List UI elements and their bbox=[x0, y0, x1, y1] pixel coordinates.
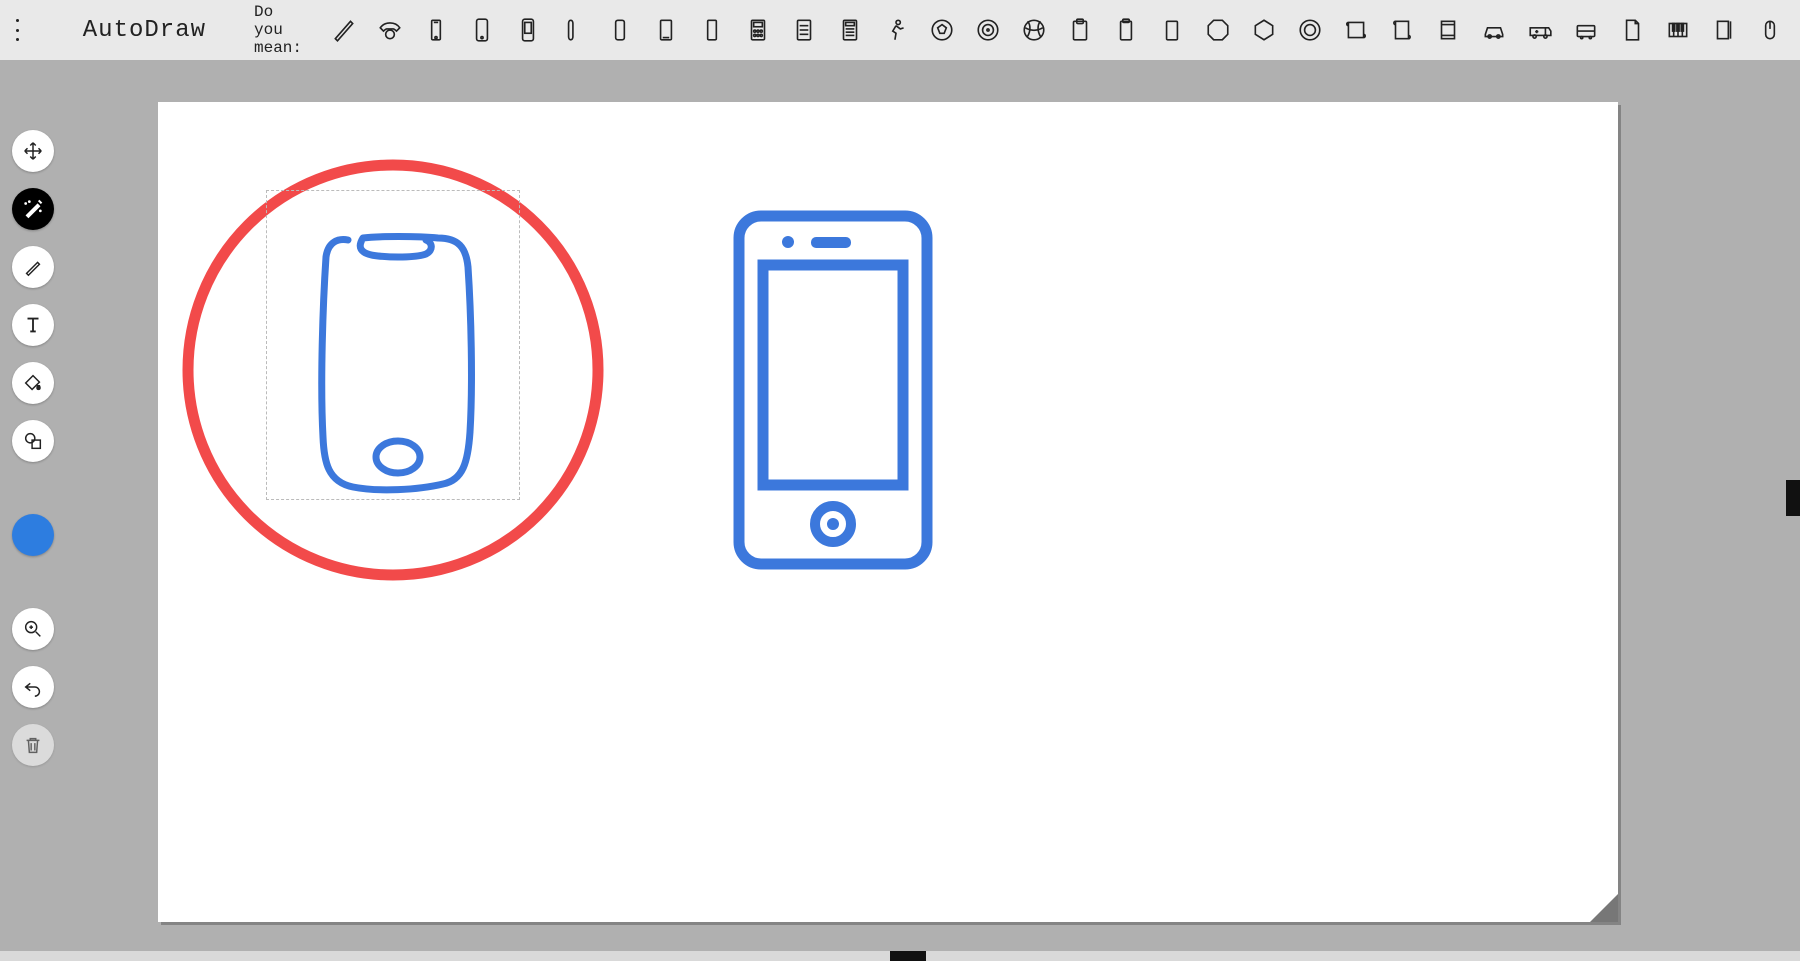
suggestion-runner-icon[interactable] bbox=[882, 16, 910, 44]
suggestion-scroll-icon[interactable] bbox=[1342, 16, 1370, 44]
suggestion-scroll3-icon[interactable] bbox=[1434, 16, 1462, 44]
autodraw-smartphone-icon[interactable] bbox=[733, 210, 933, 570]
suggestion-smartphone2-icon[interactable] bbox=[514, 16, 542, 44]
suggestion-document-icon[interactable] bbox=[1618, 16, 1646, 44]
left-toolbar bbox=[12, 130, 54, 766]
suggestion-mobile-outline-icon[interactable] bbox=[422, 16, 450, 44]
right-scroll-handle[interactable] bbox=[1786, 480, 1800, 516]
suggestion-strip bbox=[330, 16, 1784, 44]
suggestion-clipboard2-icon[interactable] bbox=[1112, 16, 1140, 44]
suggestion-phone-handset-icon[interactable] bbox=[560, 16, 588, 44]
suggestion-scroll2-icon[interactable] bbox=[1388, 16, 1416, 44]
suggestion-calculator3-icon[interactable] bbox=[836, 16, 864, 44]
fill-tool[interactable] bbox=[12, 362, 54, 404]
suggestion-soccer-ball-icon[interactable] bbox=[928, 16, 956, 44]
suggestion-phone-rect-icon[interactable] bbox=[652, 16, 680, 44]
suggestion-phone-thin-icon[interactable] bbox=[606, 16, 634, 44]
suggestion-target-icon[interactable] bbox=[974, 16, 1002, 44]
suggestion-octagon-icon[interactable] bbox=[1204, 16, 1232, 44]
suggestion-calculator2-icon[interactable] bbox=[790, 16, 818, 44]
top-bar: AutoDraw Do you mean: bbox=[0, 0, 1800, 60]
suggestion-piano-icon[interactable] bbox=[1664, 16, 1692, 44]
canvas[interactable] bbox=[158, 102, 1618, 922]
do-you-mean-label: Do you mean: bbox=[254, 3, 302, 57]
suggestion-ambulance-icon[interactable] bbox=[1526, 16, 1554, 44]
suggestion-last-icon[interactable] bbox=[1710, 16, 1738, 44]
autodraw-tool[interactable] bbox=[12, 188, 54, 230]
suggestion-clipboard-icon[interactable] bbox=[1066, 16, 1094, 44]
undo-tool[interactable] bbox=[12, 666, 54, 708]
suggestion-circle-ring-icon[interactable] bbox=[1296, 16, 1324, 44]
suggestion-phone-rect2-icon[interactable] bbox=[698, 16, 726, 44]
shape-tool[interactable] bbox=[12, 420, 54, 462]
suggestion-smartphone-icon[interactable] bbox=[468, 16, 496, 44]
color-picker[interactable] bbox=[12, 514, 54, 556]
suggestion-rotary-phone-icon[interactable] bbox=[376, 16, 404, 44]
suggestion-calculator-icon[interactable] bbox=[744, 16, 772, 44]
suggestion-volleyball-icon[interactable] bbox=[1020, 16, 1048, 44]
text-tool[interactable] bbox=[12, 304, 54, 346]
suggestion-mouse-icon[interactable] bbox=[1756, 16, 1784, 44]
user-sketch-phone-icon[interactable] bbox=[308, 232, 488, 502]
zoom-tool[interactable] bbox=[12, 608, 54, 650]
app-title: AutoDraw bbox=[83, 17, 206, 44]
bottom-scroll-handle[interactable] bbox=[890, 951, 926, 961]
suggestion-pen-icon[interactable] bbox=[330, 16, 358, 44]
menu-icon[interactable] bbox=[16, 19, 19, 41]
draw-tool[interactable] bbox=[12, 246, 54, 288]
suggestion-clipboard3-icon[interactable] bbox=[1158, 16, 1186, 44]
trash-tool[interactable] bbox=[12, 724, 54, 766]
suggestion-bus-icon[interactable] bbox=[1572, 16, 1600, 44]
suggestion-car-icon[interactable] bbox=[1480, 16, 1508, 44]
suggestion-hexagon-icon[interactable] bbox=[1250, 16, 1278, 44]
move-tool[interactable] bbox=[12, 130, 54, 172]
